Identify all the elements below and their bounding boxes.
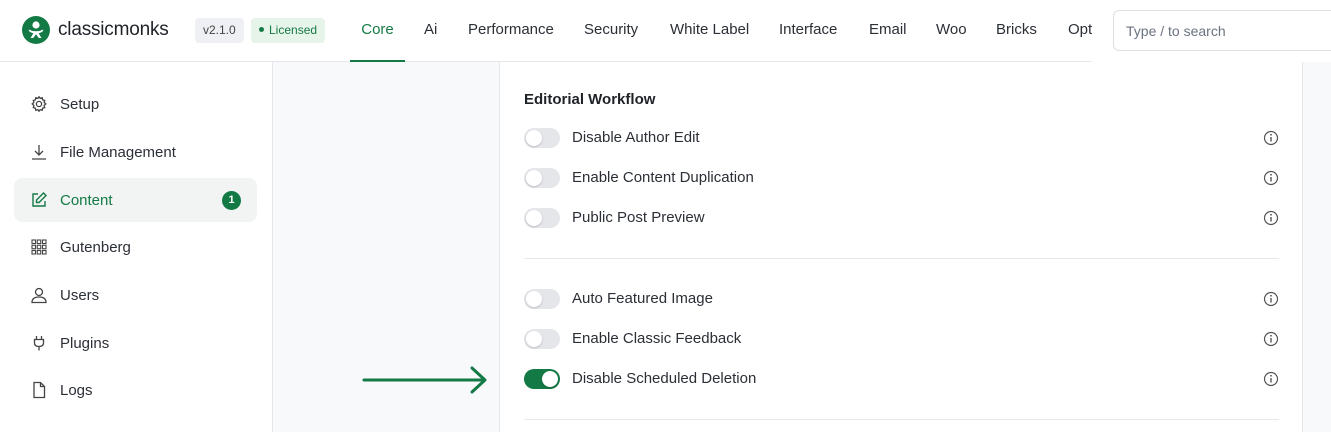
setting-label: Disable Author Edit [572, 129, 700, 146]
top-header: classicmonks v2.1.0 Licensed Core Ai Per… [0, 0, 1331, 62]
tab-security[interactable]: Security [584, 0, 638, 62]
section-title: Editorial Workflow [524, 91, 656, 108]
setting-row-enable-content-duplication: Enable Content Duplication [524, 166, 1279, 190]
sidebar-item-label: File Management [60, 143, 176, 161]
tab-white-label[interactable]: White Label [670, 0, 749, 62]
sidebar-item-label: Plugins [60, 334, 110, 352]
setting-row-disable-author-edit: Disable Author Edit [524, 126, 1279, 150]
version-badge: v2.1.0 [195, 18, 244, 43]
setting-row-disable-scheduled-deletion: Disable Scheduled Deletion [524, 367, 1279, 391]
sidebar-item-gutenberg[interactable]: Gutenberg [14, 225, 257, 269]
sidebar-item-label: Gutenberg [60, 238, 131, 256]
brand-name: classicmonks [58, 19, 169, 40]
setting-row-auto-featured-image: Auto Featured Image [524, 287, 1279, 311]
toggle-knob [526, 170, 542, 186]
tab-bricks[interactable]: Bricks [996, 0, 1037, 62]
edit-icon [30, 191, 48, 209]
sidebar-item-label: Logs [60, 381, 93, 399]
setting-label: Disable Scheduled Deletion [572, 370, 757, 387]
content-count-badge: 1 [222, 191, 241, 210]
toggle-auto-featured-image[interactable] [524, 289, 560, 309]
sidebar-item-label: Setup [60, 95, 100, 113]
license-label: Licensed [269, 23, 318, 37]
license-dot-icon [259, 27, 264, 33]
tab-woo[interactable]: Woo [936, 0, 967, 62]
search-input[interactable] [1113, 10, 1331, 51]
sidebar: Setup File Management Content 1 Gutenber [0, 62, 273, 432]
toggle-knob [526, 291, 542, 307]
toggle-knob [526, 210, 542, 226]
gear-icon [30, 95, 48, 113]
sidebar-item-plugins[interactable]: Plugins [14, 321, 257, 365]
sidebar-item-label: Users [60, 286, 100, 304]
toggle-disable-author-edit[interactable] [524, 128, 560, 148]
settings-panel: Editorial Workflow Disable Author Edit E… [499, 62, 1303, 432]
sidebar-item-file-management[interactable]: File Management [14, 130, 257, 174]
sidebar-item-content[interactable]: Content 1 [14, 178, 257, 222]
toggle-knob [526, 130, 542, 146]
toggle-knob [542, 371, 558, 387]
toggle-disable-scheduled-deletion[interactable] [524, 369, 560, 389]
grid-icon [30, 238, 48, 256]
info-icon[interactable] [1263, 331, 1279, 347]
tab-opt[interactable]: Opt [1068, 0, 1092, 62]
tab-interface[interactable]: Interface [779, 0, 837, 62]
tab-ai[interactable]: Ai [424, 0, 437, 62]
monk-logo-icon [22, 16, 50, 44]
setting-row-enable-classic-feedback: Enable Classic Feedback [524, 327, 1279, 351]
user-icon [30, 286, 48, 304]
plug-icon [30, 334, 48, 352]
toggle-public-post-preview[interactable] [524, 208, 560, 228]
setting-label: Public Post Preview [572, 209, 705, 226]
brand-logo[interactable]: classicmonks [22, 16, 169, 44]
toggle-knob [526, 331, 542, 347]
setting-label: Enable Content Duplication [572, 169, 754, 186]
toggle-enable-content-duplication[interactable] [524, 168, 560, 188]
info-icon[interactable] [1263, 210, 1279, 226]
sidebar-item-label: Content [60, 191, 113, 209]
info-icon[interactable] [1263, 371, 1279, 387]
info-icon[interactable] [1263, 170, 1279, 186]
toggle-enable-classic-feedback[interactable] [524, 329, 560, 349]
download-icon [30, 143, 48, 161]
sidebar-item-users[interactable]: Users [14, 273, 257, 317]
arrow-right-icon [362, 366, 487, 394]
info-icon[interactable] [1263, 291, 1279, 307]
sidebar-item-logs[interactable]: Logs [14, 368, 257, 412]
section-divider [524, 258, 1279, 259]
file-icon [30, 381, 48, 399]
search-area [1092, 0, 1331, 62]
tab-performance[interactable]: Performance [468, 0, 554, 62]
setting-label: Auto Featured Image [572, 290, 713, 307]
sidebar-item-setup[interactable]: Setup [14, 82, 257, 126]
tab-core[interactable]: Core [350, 0, 405, 62]
section-divider [524, 419, 1279, 420]
license-badge: Licensed [251, 18, 326, 43]
info-icon[interactable] [1263, 130, 1279, 146]
setting-row-public-post-preview: Public Post Preview [524, 206, 1279, 230]
tab-email[interactable]: Email [869, 0, 907, 62]
setting-label: Enable Classic Feedback [572, 330, 742, 347]
